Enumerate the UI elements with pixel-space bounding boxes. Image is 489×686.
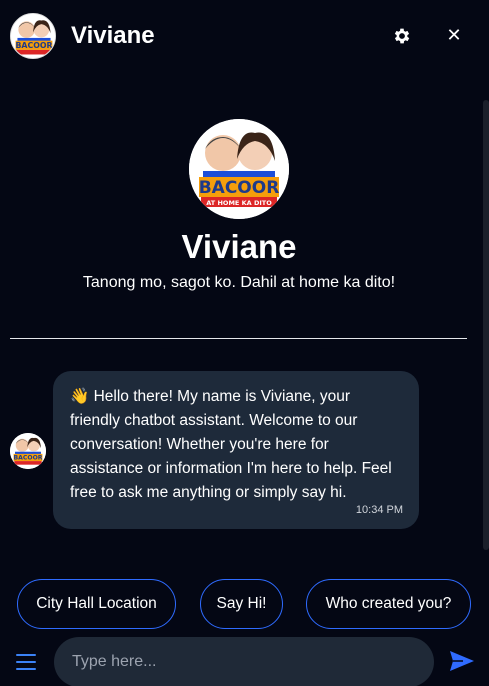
bot-message-bubble: 👋 Hello there! My name is Viviane, your … (53, 371, 419, 529)
svg-text:AT HOME KA DITO: AT HOME KA DITO (206, 199, 272, 207)
chat-header: BACOOR Viviane ✕ (0, 0, 489, 72)
settings-button[interactable] (392, 26, 412, 46)
message-input[interactable] (54, 637, 434, 686)
quick-reply-who-created-you[interactable]: Who created you? (306, 579, 471, 629)
bot-tagline: Tanong mo, sagot ko. Dahil at home ka di… (82, 274, 396, 291)
message-timestamp: 10:34 PM (355, 504, 403, 516)
bacoor-logo-icon: BACOOR AT HOME KA DITO (189, 119, 289, 219)
message-text: 👋 Hello there! My name is Viviane, your … (70, 388, 392, 501)
bot-avatar: BACOOR (10, 13, 56, 59)
quick-reply-say-hi[interactable]: Say Hi! (200, 579, 283, 629)
svg-text:BACOOR: BACOOR (199, 178, 280, 198)
gear-icon (394, 28, 410, 44)
hamburger-line (16, 668, 36, 670)
close-button[interactable]: ✕ (444, 25, 464, 45)
close-icon: ✕ (446, 25, 462, 45)
send-button[interactable] (449, 649, 475, 673)
quick-reply-city-hall-location[interactable]: City Hall Location (17, 579, 176, 629)
bacoor-logo-icon: BACOOR (10, 433, 46, 469)
hamburger-menu-icon (16, 654, 36, 656)
bacoor-logo-icon: BACOOR (11, 14, 55, 58)
message-avatar: BACOOR (10, 433, 46, 469)
divider (10, 338, 467, 339)
scrollbar[interactable] (483, 100, 489, 550)
bot-profile-avatar: BACOOR AT HOME KA DITO (189, 119, 289, 219)
chat-window: BACOOR Viviane ✕ BACOOR AT HOME KA DITO (0, 0, 489, 686)
svg-text:BACOOR: BACOOR (14, 455, 43, 462)
header-title: Viviane (71, 22, 155, 49)
menu-button[interactable] (16, 654, 36, 670)
svg-text:BACOOR: BACOOR (15, 41, 52, 50)
hamburger-line (16, 661, 36, 663)
send-icon (450, 651, 474, 671)
bot-name: Viviane (181, 228, 297, 265)
